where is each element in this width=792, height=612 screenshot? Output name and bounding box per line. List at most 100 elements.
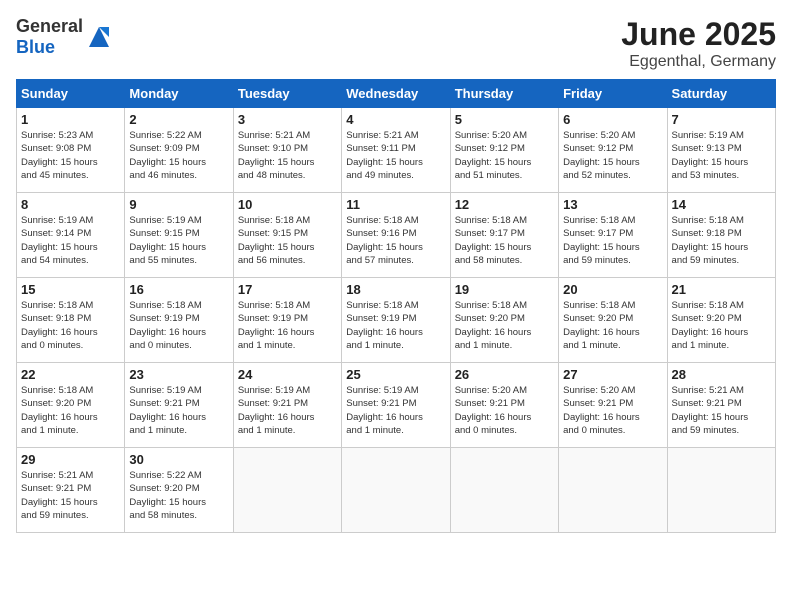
day-1: 1 Sunrise: 5:23 AM Sunset: 9:08 PM Daylig… (17, 108, 125, 193)
col-tuesday: Tuesday (233, 80, 341, 108)
day-21: 21 Sunrise: 5:18 AM Sunset: 9:20 PM Dayli… (667, 278, 775, 363)
day-number: 14 (672, 197, 771, 212)
day-info: Sunrise: 5:23 AM Sunset: 9:08 PM Dayligh… (21, 130, 98, 181)
day-info: Sunrise: 5:18 AM Sunset: 9:17 PM Dayligh… (563, 215, 640, 266)
logo-icon (85, 23, 113, 51)
day-info: Sunrise: 5:19 AM Sunset: 9:21 PM Dayligh… (346, 385, 423, 436)
logo: General Blue (16, 16, 113, 58)
day-info: Sunrise: 5:18 AM Sunset: 9:18 PM Dayligh… (21, 300, 98, 351)
day-number: 2 (129, 112, 228, 127)
day-number: 25 (346, 367, 445, 382)
day-3: 3 Sunrise: 5:21 AM Sunset: 9:10 PM Daylig… (233, 108, 341, 193)
day-info: Sunrise: 5:19 AM Sunset: 9:13 PM Dayligh… (672, 130, 749, 181)
day-2: 2 Sunrise: 5:22 AM Sunset: 9:09 PM Daylig… (125, 108, 233, 193)
day-info: Sunrise: 5:22 AM Sunset: 9:09 PM Dayligh… (129, 130, 206, 181)
day-12: 12Sunrise: 5:18 AM Sunset: 9:17 PM Dayli… (450, 193, 558, 278)
day-28: 28 Sunrise: 5:21 AM Sunset: 9:21 PM Dayli… (667, 363, 775, 448)
day-empty (667, 448, 775, 533)
logo-text: General Blue (16, 16, 83, 58)
day-info: Sunrise: 5:18 AM Sunset: 9:19 PM Dayligh… (129, 300, 206, 351)
week-row-1: 8 Sunrise: 5:19 AM Sunset: 9:14 PM Daylig… (17, 193, 776, 278)
day-number: 28 (672, 367, 771, 382)
calendar-subtitle: Eggenthal, Germany (621, 53, 776, 71)
day-22: 22Sunrise: 5:18 AM Sunset: 9:20 PM Dayli… (17, 363, 125, 448)
week-row-2: 15 Sunrise: 5:18 AM Sunset: 9:18 PM Dayli… (17, 278, 776, 363)
day-info: Sunrise: 5:18 AM Sunset: 9:17 PM Dayligh… (455, 215, 532, 266)
day-info: Sunrise: 5:20 AM Sunset: 9:21 PM Dayligh… (563, 385, 640, 436)
day-4: 4Sunrise: 5:21 AM Sunset: 9:11 PM Daylig… (342, 108, 450, 193)
day-info: Sunrise: 5:20 AM Sunset: 9:12 PM Dayligh… (455, 130, 532, 181)
day-8: 8 Sunrise: 5:19 AM Sunset: 9:14 PM Daylig… (17, 193, 125, 278)
day-info: Sunrise: 5:18 AM Sunset: 9:20 PM Dayligh… (563, 300, 640, 351)
day-number: 13 (563, 197, 662, 212)
day-empty (342, 448, 450, 533)
day-16: 16 Sunrise: 5:18 AM Sunset: 9:19 PM Dayli… (125, 278, 233, 363)
day-14: 14 Sunrise: 5:18 AM Sunset: 9:18 PM Dayli… (667, 193, 775, 278)
col-thursday: Thursday (450, 80, 558, 108)
day-number: 15 (21, 282, 120, 297)
day-info: Sunrise: 5:18 AM Sunset: 9:16 PM Dayligh… (346, 215, 423, 266)
day-number: 8 (21, 197, 120, 212)
day-number: 26 (455, 367, 554, 382)
day-number: 6 (563, 112, 662, 127)
day-number: 7 (672, 112, 771, 127)
day-20: 20 Sunrise: 5:18 AM Sunset: 9:20 PM Dayli… (559, 278, 667, 363)
day-24: 24 Sunrise: 5:19 AM Sunset: 9:21 PM Dayli… (233, 363, 341, 448)
day-number: 9 (129, 197, 228, 212)
day-18: 18Sunrise: 5:18 AM Sunset: 9:19 PM Dayli… (342, 278, 450, 363)
day-17: 17Sunrise: 5:18 AM Sunset: 9:19 PM Dayli… (233, 278, 341, 363)
logo-general: General (16, 16, 83, 36)
day-info: Sunrise: 5:19 AM Sunset: 9:21 PM Dayligh… (129, 385, 206, 436)
day-number: 23 (129, 367, 228, 382)
day-number: 1 (21, 112, 120, 127)
day-empty (559, 448, 667, 533)
col-saturday: Saturday (667, 80, 775, 108)
day-number: 19 (455, 282, 554, 297)
day-info: Sunrise: 5:22 AM Sunset: 9:20 PM Dayligh… (129, 470, 206, 521)
header: General Blue June 2025 Eggenthal, German… (16, 16, 776, 71)
day-30: 30 Sunrise: 5:22 AM Sunset: 9:20 PM Dayli… (125, 448, 233, 533)
day-number: 30 (129, 452, 228, 467)
col-sunday: Sunday (17, 80, 125, 108)
day-15: 15 Sunrise: 5:18 AM Sunset: 9:18 PM Dayli… (17, 278, 125, 363)
week-row-4: 29 Sunrise: 5:21 AM Sunset: 9:21 PM Dayli… (17, 448, 776, 533)
day-7: 7 Sunrise: 5:19 AM Sunset: 9:13 PM Daylig… (667, 108, 775, 193)
day-info: Sunrise: 5:18 AM Sunset: 9:20 PM Dayligh… (455, 300, 532, 351)
header-row: Sunday Monday Tuesday Wednesday Thursday… (17, 80, 776, 108)
calendar-table: Sunday Monday Tuesday Wednesday Thursday… (16, 79, 776, 533)
day-info: Sunrise: 5:18 AM Sunset: 9:19 PM Dayligh… (238, 300, 315, 351)
day-23: 23 Sunrise: 5:19 AM Sunset: 9:21 PM Dayli… (125, 363, 233, 448)
day-10: 10Sunrise: 5:18 AM Sunset: 9:15 PM Dayli… (233, 193, 341, 278)
day-number: 16 (129, 282, 228, 297)
logo-blue: Blue (16, 37, 55, 57)
day-9: 9 Sunrise: 5:19 AM Sunset: 9:15 PM Daylig… (125, 193, 233, 278)
day-number: 29 (21, 452, 120, 467)
day-29: 29 Sunrise: 5:21 AM Sunset: 9:21 PM Dayli… (17, 448, 125, 533)
day-info: Sunrise: 5:18 AM Sunset: 9:20 PM Dayligh… (672, 300, 749, 351)
col-friday: Friday (559, 80, 667, 108)
day-6: 6 Sunrise: 5:20 AM Sunset: 9:12 PM Daylig… (559, 108, 667, 193)
title-area: June 2025 Eggenthal, Germany (621, 16, 776, 71)
day-number: 18 (346, 282, 445, 297)
col-monday: Monday (125, 80, 233, 108)
day-number: 27 (563, 367, 662, 382)
day-info: Sunrise: 5:20 AM Sunset: 9:21 PM Dayligh… (455, 385, 532, 436)
week-row-3: 22Sunrise: 5:18 AM Sunset: 9:20 PM Dayli… (17, 363, 776, 448)
day-empty (450, 448, 558, 533)
day-number: 21 (672, 282, 771, 297)
day-number: 3 (238, 112, 337, 127)
day-number: 20 (563, 282, 662, 297)
day-info: Sunrise: 5:21 AM Sunset: 9:21 PM Dayligh… (672, 385, 749, 436)
day-info: Sunrise: 5:20 AM Sunset: 9:12 PM Dayligh… (563, 130, 640, 181)
day-info: Sunrise: 5:18 AM Sunset: 9:18 PM Dayligh… (672, 215, 749, 266)
day-info: Sunrise: 5:19 AM Sunset: 9:21 PM Dayligh… (238, 385, 315, 436)
day-info: Sunrise: 5:21 AM Sunset: 9:10 PM Dayligh… (238, 130, 315, 181)
day-25: 25 Sunrise: 5:19 AM Sunset: 9:21 PM Dayli… (342, 363, 450, 448)
day-info: Sunrise: 5:21 AM Sunset: 9:21 PM Dayligh… (21, 470, 98, 521)
day-info: Sunrise: 5:18 AM Sunset: 9:15 PM Dayligh… (238, 215, 315, 266)
day-26: 26 Sunrise: 5:20 AM Sunset: 9:21 PM Dayli… (450, 363, 558, 448)
day-info: Sunrise: 5:19 AM Sunset: 9:14 PM Dayligh… (21, 215, 98, 266)
day-number: 24 (238, 367, 337, 382)
day-info: Sunrise: 5:19 AM Sunset: 9:15 PM Dayligh… (129, 215, 206, 266)
day-number: 5 (455, 112, 554, 127)
